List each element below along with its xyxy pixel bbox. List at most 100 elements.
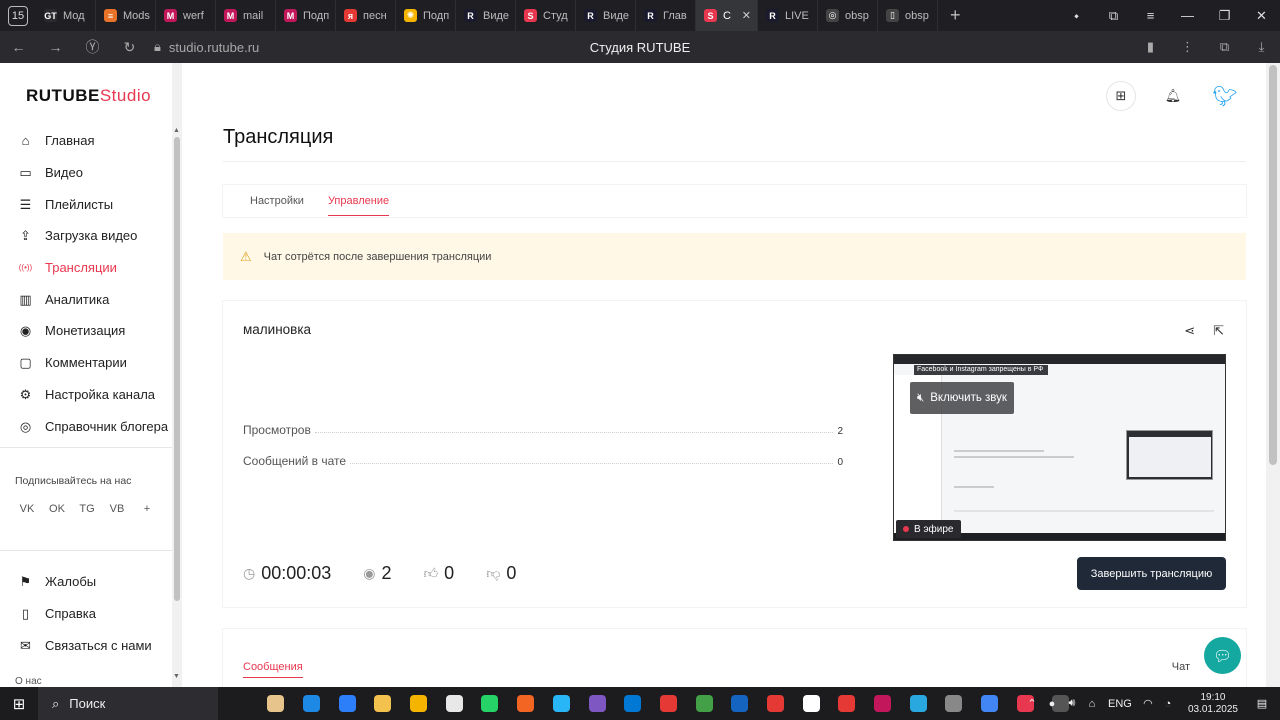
sidebar-item[interactable]: ▥ Аналитика [0,283,172,315]
taskbar-app-icon[interactable] [365,687,401,720]
taskbar-app-icon[interactable] [722,687,758,720]
browser-tab[interactable]: R Виде [576,0,636,31]
sidebar-item[interactable]: ((•)) Трансляции [0,252,172,284]
bookmark-icon[interactable]: ▮ [1132,39,1169,55]
reload-icon[interactable]: ↻ [111,39,148,56]
pin-icon[interactable]: ⬩ [1058,8,1095,24]
chevron-up-icon[interactable]: ⌃ [1022,697,1042,710]
tab-counter[interactable]: 15 [8,5,28,26]
add-content-icon[interactable]: ⊞ [1106,81,1136,111]
support-chat-icon[interactable]: 💬︎ [1204,637,1241,674]
new-tab-icon[interactable]: + [950,5,961,26]
taskbar-app-icon[interactable] [936,687,972,720]
restore-icon[interactable]: ❐ [1206,8,1243,24]
more-icon[interactable]: ⋮ [1169,39,1206,55]
sidebar-scroll-thumb[interactable] [174,137,180,601]
forward-icon[interactable]: → [37,39,74,55]
browser-tab[interactable]: ▯ obsp [878,0,938,31]
bookmark-tabs-icon[interactable]: ⧉ [1095,8,1132,24]
social-icon[interactable]: VB [109,501,125,517]
taskbar-app-icon[interactable] [793,687,829,720]
browser-tab[interactable]: R Виде [456,0,516,31]
close-tab-icon[interactable]: ✕ [742,9,751,22]
social-icon[interactable]: OK [49,501,65,517]
taskbar-app-icon[interactable] [900,687,936,720]
taskbar-app-icon[interactable] [758,687,794,720]
browser-tab[interactable]: M Подп [276,0,336,31]
back-icon[interactable]: ← [0,39,37,55]
sidebar-item[interactable]: ▢ Комментарии [0,347,172,379]
browser-tab[interactable]: ✺ Подп [396,0,456,31]
about-link[interactable]: О нас [15,676,42,687]
sidebar-item[interactable]: ⌂ Главная [0,125,172,157]
notifications-icon[interactable]: 🔔︎ [1158,81,1188,111]
sidebar-item[interactable]: ◎ Справочник блогера [0,410,172,442]
menu-icon[interactable]: ≡ [1132,8,1169,23]
windows-start-icon[interactable]: ⊞ [0,695,38,713]
scroll-down-icon[interactable]: ▼ [173,673,180,680]
scroll-up-icon[interactable]: ▲ [173,127,180,134]
browser-tab[interactable]: S С ✕ [696,0,758,31]
taskbar-app-icon[interactable] [615,687,651,720]
collections-icon[interactable]: ⧉ [1206,39,1243,55]
taskbar-app-icon[interactable] [258,687,294,720]
sidebar-item[interactable]: ✉ Связаться с нами [0,629,172,661]
browser-tab[interactable]: я песн [336,0,396,31]
taskbar-app-icon[interactable] [329,687,365,720]
clock[interactable]: 19:10 03.01.2025 [1188,692,1238,716]
taskbar-app-icon[interactable] [401,687,437,720]
share-icon[interactable]: ⋖ [1184,323,1195,339]
sidebar-scrollbar[interactable]: ▲ ▼ [172,63,182,687]
open-external-icon[interactable]: ⇱ [1213,323,1224,339]
tab-messages[interactable]: Сообщения [243,661,303,678]
taskbar-app-icon[interactable] [544,687,580,720]
unmute-button[interactable]: 🔇︎ Включить звук [910,382,1014,414]
browser-tab[interactable]: S Студ [516,0,576,31]
network-icon[interactable]: ⌂ [1082,698,1102,710]
taskbar-app-icon[interactable] [294,687,330,720]
speaker-icon[interactable]: ◔ [1158,698,1178,710]
taskbar-app-icon[interactable] [436,687,472,720]
browser-tab[interactable]: ≡ Mods [96,0,156,31]
browser-tab[interactable]: R LIVE [758,0,818,31]
download-icon[interactable]: ⤓ [1243,39,1280,55]
browser-tab[interactable]: Mwerf [156,0,216,31]
sidebar-item[interactable]: ▭ Видео [0,157,172,189]
close-window-icon[interactable]: ✕ [1243,8,1280,24]
taskbar-app-icon[interactable] [686,687,722,720]
sidebar-item[interactable]: ▯ Справка [0,598,172,630]
browser-tab[interactable]: R Глав [636,0,696,31]
taskbar-app-icon[interactable] [508,687,544,720]
sidebar-item[interactable]: ⇪ Загрузка видео [0,220,172,252]
page-scrollbar[interactable] [1266,63,1280,687]
rutube-studio-logo[interactable]: RUTUBEStudio [26,86,151,106]
social-icon[interactable]: + [139,501,155,517]
sidebar-item[interactable]: ☰ Плейлисты [0,188,172,220]
volume-icon[interactable]: 🔊︎ [1062,697,1082,710]
browser-tab[interactable]: ◎ obsp [818,0,878,31]
sidebar-item[interactable]: ⚑ Жалобы [0,566,172,598]
avatar[interactable]: 🐦︎ [1210,81,1240,111]
taskbar-search[interactable]: ⌕ Поиск [38,687,218,720]
stream-preview[interactable]: Facebook и Instagram запрещены в РФ 🔇︎ В… [893,354,1226,541]
content-tab[interactable]: Настройки [250,187,304,215]
sidebar-item[interactable]: ⚙ Настройка канала [0,379,172,411]
url-field[interactable]: 🔒︎ studio.rutube.ru [154,39,259,55]
taskbar-app-icon[interactable] [472,687,508,720]
social-icon[interactable]: VK [19,501,35,517]
taskbar-app-icon[interactable] [829,687,865,720]
language-indicator[interactable]: ENG [1102,698,1138,710]
yandex-icon[interactable]: Ⓨ [74,37,111,57]
page-scroll-thumb[interactable] [1269,65,1277,465]
tray-app-icon[interactable]: ● [1042,698,1062,710]
taskbar-app-icon[interactable] [651,687,687,720]
sidebar-item[interactable]: ◉ Монетизация [0,315,172,347]
taskbar-app-icon[interactable] [865,687,901,720]
end-stream-button[interactable]: Завершить трансляцию [1077,557,1226,590]
taskbar-app-icon[interactable] [579,687,615,720]
browser-tab[interactable]: Mmail [216,0,276,31]
taskbar-app-icon[interactable] [972,687,1008,720]
browser-tab[interactable]: GT Мод [36,0,96,31]
notifications-center-icon[interactable]: ▤ [1252,697,1272,710]
chat-label[interactable]: Чат [1172,661,1190,673]
